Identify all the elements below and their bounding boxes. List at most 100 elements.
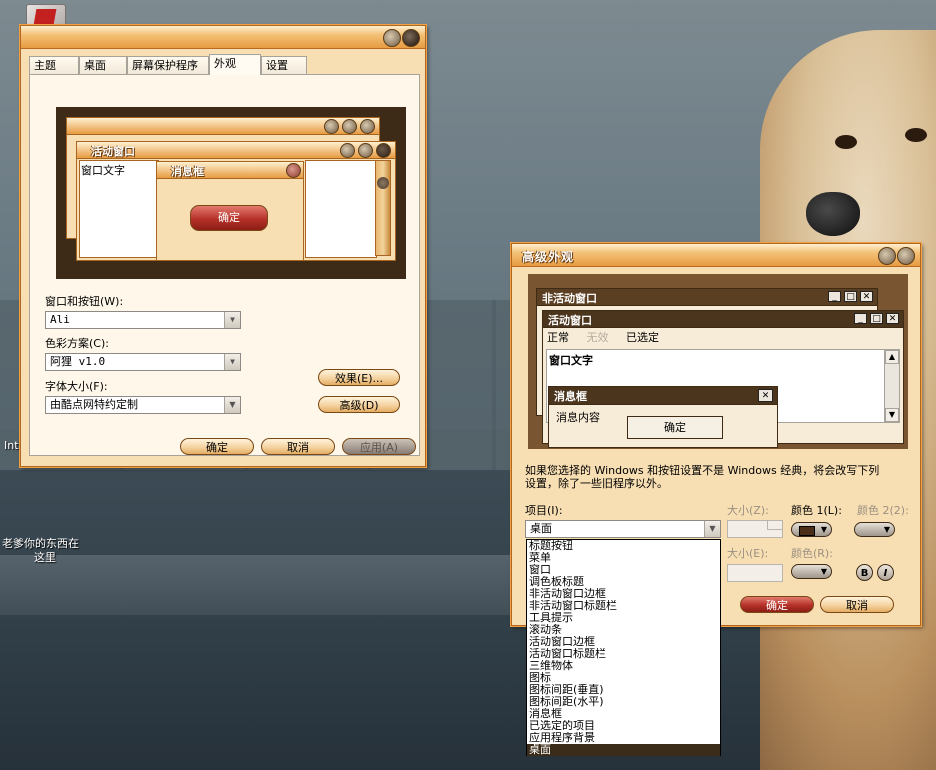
color-scheme-label: 色彩方案(C): (45, 337, 109, 350)
preview-msgbox-title: 消息框 (171, 165, 204, 178)
tab-screensaver[interactable]: 屏幕保护程序 (127, 56, 209, 74)
advanced-button[interactable]: 高级(D) (318, 396, 400, 413)
spin-up-icon[interactable] (767, 521, 782, 530)
list-item[interactable]: 活动窗口标题栏 (527, 648, 720, 660)
preview-scrollbar[interactable]: ▲ ▼ (884, 350, 899, 422)
font-size-label: 字体大小(F): (45, 380, 108, 393)
menu-disabled[interactable]: 无效 (587, 331, 609, 344)
list-item[interactable]: 三维物体 (527, 660, 720, 672)
cancel-button[interactable]: 取消 (820, 596, 894, 613)
item-dropdown-list[interactable]: 标题按钮 菜单 窗口 调色板标题 非活动窗口边框 非活动窗口标题栏 工具提示 滚… (526, 539, 721, 756)
close-icon (376, 143, 391, 158)
minimize-icon (340, 143, 355, 158)
font-size-select[interactable]: 由酷点网特约定制 ▼ (45, 396, 241, 414)
list-item[interactable]: 活动窗口边框 (527, 636, 720, 648)
preview-inactive-titlebar[interactable]: 非活动窗口 _ □ ✕ (537, 289, 877, 306)
display-properties-window: 主题 桌面 屏幕保护程序 外观 设置 活动窗口 窗口文字 消息框 确定 窗口和按… (20, 25, 426, 467)
list-item[interactable]: 滚动条 (527, 624, 720, 636)
preview-msgbox-titlebar: 消息框 (157, 162, 303, 179)
list-item[interactable]: 消息框 (527, 708, 720, 720)
windows-buttons-select[interactable]: Ali ▼ (45, 311, 241, 329)
chevron-down-icon[interactable]: ▼ (704, 521, 720, 537)
maximize-icon: □ (870, 313, 883, 324)
color1-label: 颜色 1(L): (791, 504, 842, 517)
wallpaper-dog-eye (905, 128, 927, 142)
color2-picker[interactable]: ▼ (854, 522, 895, 537)
window-title: 高级外观 (522, 250, 575, 264)
list-item[interactable]: 图标间距(垂直) (527, 684, 720, 696)
preview-inactive-titlebar (67, 118, 379, 135)
preview-menu-bar[interactable]: 正常 无效 已选定 (547, 329, 673, 345)
help-icon[interactable] (383, 29, 401, 47)
preview-window-body-right (305, 160, 377, 258)
color-swatch (799, 526, 815, 536)
color-scheme-value: 阿狸 v1.0 (50, 355, 106, 368)
chevron-down-icon[interactable]: ▼ (224, 397, 240, 413)
effects-button[interactable]: 效果(E)... (318, 369, 400, 386)
apply-button[interactable]: 应用(A) (342, 438, 416, 455)
help-icon[interactable] (878, 247, 896, 265)
preview-active-title: 活动窗口 (548, 314, 592, 327)
menu-selected[interactable]: 已选定 (626, 331, 659, 344)
list-item[interactable]: 已选定的项目 (527, 720, 720, 732)
list-item[interactable]: 图标间距(水平) (527, 696, 720, 708)
preview-active-title: 活动窗口 (91, 145, 135, 158)
menu-normal[interactable]: 正常 (547, 331, 569, 344)
info-text-line2: 设置，除了一些旧程序以外。 (525, 477, 668, 490)
maximize-icon (342, 119, 357, 134)
wallpaper-dog-nose (806, 192, 860, 236)
font-color-picker[interactable]: ▼ (791, 564, 832, 579)
list-item-selected[interactable]: 桌面 (527, 744, 720, 756)
close-icon[interactable] (402, 29, 420, 47)
appearance-preview: 活动窗口 窗口文字 消息框 确定 (56, 107, 406, 279)
font-size-spinner[interactable] (727, 564, 783, 582)
wallpaper-dog-eye (835, 135, 857, 149)
window-titlebar[interactable] (21, 26, 425, 49)
list-item[interactable]: 非活动窗口标题栏 (527, 600, 720, 612)
maximize-icon (358, 143, 373, 158)
tab-appearance[interactable]: 外观 (209, 54, 261, 75)
font-color-label: 颜色(R): (791, 547, 833, 560)
list-item[interactable]: 调色板标题 (527, 576, 720, 588)
cancel-button[interactable]: 取消 (261, 438, 335, 455)
desktop-icon-caption[interactable]: 这里 (34, 549, 56, 565)
list-item[interactable]: 菜单 (527, 552, 720, 564)
preview-window-body: 窗口文字 (79, 160, 159, 258)
italic-icon[interactable]: I (877, 564, 894, 581)
item-select[interactable]: 桌面 ▼ (525, 520, 721, 538)
preview-active-titlebar[interactable]: 活动窗口 _ □ ✕ (543, 311, 903, 328)
preview-msgbox-ok[interactable]: 确定 (627, 416, 723, 439)
bold-icon[interactable]: B (856, 564, 873, 581)
tab-desktop[interactable]: 桌面 (79, 56, 127, 74)
tab-themes[interactable]: 主题 (29, 56, 79, 74)
tab-settings[interactable]: 设置 (261, 56, 307, 74)
ok-button[interactable]: 确定 (180, 438, 254, 455)
desktop-clipped-text: Int (4, 439, 19, 452)
preview-active-titlebar: 活动窗口 (77, 142, 395, 159)
color1-picker[interactable]: ▼ (791, 522, 832, 537)
font-size-value: 由酷点网特约定制 (50, 398, 138, 411)
preview-window-text: 窗口文字 (81, 164, 125, 177)
ok-button[interactable]: 确定 (740, 596, 814, 613)
close-icon[interactable] (897, 247, 915, 265)
list-item[interactable]: 工具提示 (527, 612, 720, 624)
list-item[interactable]: 窗口 (527, 564, 720, 576)
list-item[interactable]: 图标 (527, 672, 720, 684)
color-scheme-select[interactable]: 阿狸 v1.0 ▼ (45, 353, 241, 371)
chevron-down-icon[interactable]: ▼ (224, 312, 240, 328)
list-item[interactable]: 非活动窗口边框 (527, 588, 720, 600)
chevron-down-icon: ▼ (883, 525, 890, 534)
list-item[interactable]: 应用程序背景 (527, 732, 720, 744)
windows-buttons-value: Ali (50, 313, 70, 326)
scroll-up-icon: ▲ (885, 350, 899, 364)
preview-message-box[interactable]: 消息框 ✕ 消息内容 确定 (548, 386, 778, 448)
size-spinner[interactable] (727, 520, 783, 538)
window-titlebar[interactable]: 高级外观 (512, 244, 920, 267)
font-size-label: 大小(E): (727, 547, 769, 560)
advanced-preview[interactable]: 非活动窗口 _ □ ✕ 活动窗口 _ □ ✕ 正常 无效 已选定 窗口文字 ▲ … (528, 274, 908, 449)
close-icon: ✕ (758, 389, 773, 402)
preview-msgbox-text: 消息内容 (556, 411, 600, 424)
list-item[interactable]: 标题按钮 (527, 540, 720, 552)
chevron-down-icon[interactable]: ▼ (224, 354, 240, 370)
preview-msgbox-titlebar[interactable]: 消息框 ✕ (549, 387, 777, 405)
